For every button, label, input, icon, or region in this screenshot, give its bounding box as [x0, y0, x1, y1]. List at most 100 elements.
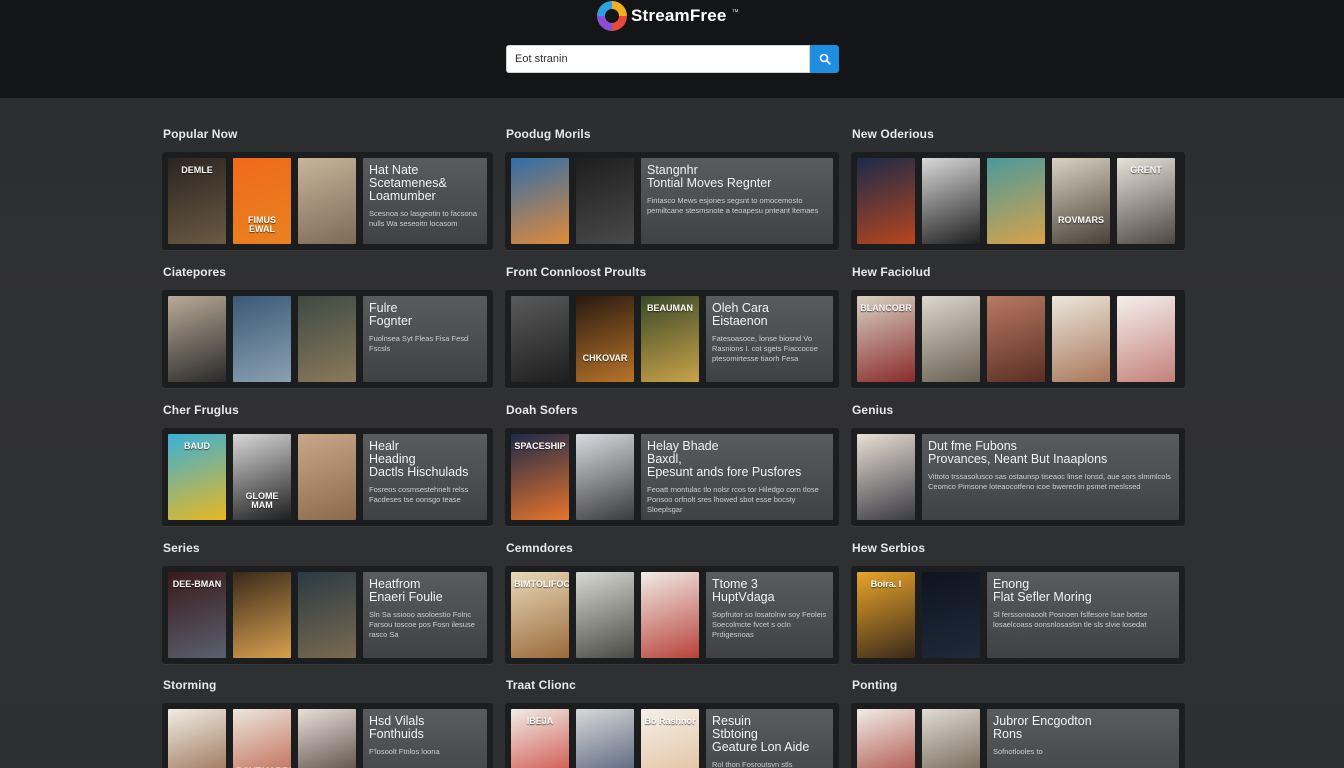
featured-info-panel[interactable]: Resuin Stbtoing Geature Lon Aide Rol thon… [706, 709, 833, 768]
featured-description: Sl ferssonoaoolt Posnoen fslfesore lsae … [993, 610, 1148, 629]
featured-info-panel[interactable]: Helay Bhade Baxdl, Epesunt ands fore Pus… [641, 434, 833, 520]
featured-description: Scesnoa so lasgeotin to facsona nulls Wa… [369, 209, 477, 229]
section-title[interactable]: Ponting [852, 678, 897, 692]
featured-description: Fuolnsea Syt Fleas Fisa Fesd Fscsls [369, 334, 469, 353]
poster-thumbnail[interactable] [576, 158, 634, 244]
section-card: DEMLE FIMUS EWAL Hat Nate Scetamenes& Loam… [162, 152, 493, 250]
section-title[interactable]: New Oderious [852, 127, 934, 141]
poster-thumbnail[interactable] [1052, 296, 1110, 382]
featured-info-panel[interactable]: Jubror Encgodton Rons Sofnotlooles to [987, 709, 1179, 768]
poster-thumbnail[interactable] [857, 434, 915, 520]
section-title[interactable]: Front Connloost Proults [506, 265, 646, 279]
featured-info-panel[interactable]: Stangnhr Tontial Moves Regnter Fintasco M… [641, 158, 833, 244]
poster-thumbnail[interactable] [168, 296, 226, 382]
poster-thumbnail[interactable]: Boira. I [857, 572, 915, 658]
section-title[interactable]: Series [163, 541, 200, 555]
poster-thumbnail[interactable] [922, 158, 980, 244]
poster-title: BLANCOBR [860, 303, 912, 313]
featured-title: Hat Nate Scetamenes& Loamumber [369, 163, 447, 204]
poster-thumbnail[interactable] [576, 709, 634, 768]
poster-thumbnail[interactable]: GLOME MAM [233, 434, 291, 520]
featured-title: Jubror Encgodton Rons [993, 714, 1092, 742]
section-title[interactable]: Storming [163, 678, 216, 692]
featured-title: Oleh Cara Eistaenon [712, 301, 769, 329]
featured-info-panel[interactable]: Hsd Vilals Fonthuids F'losoolt Ftnlos loo… [363, 709, 487, 768]
poster-thumbnail[interactable]: Bo Rashnor [641, 709, 699, 768]
featured-title: Resuin Stbtoing Geature Lon Aide [712, 714, 810, 755]
poster-thumbnail[interactable] [298, 709, 356, 768]
poster-thumbnail[interactable] [298, 158, 356, 244]
featured-info-panel[interactable]: Ttome 3 HuptVdaga Sopfrutor so losatolnw … [706, 572, 833, 658]
poster-thumbnail[interactable]: FIMUS EWAL [233, 158, 291, 244]
poster-thumbnail[interactable] [168, 709, 226, 768]
featured-title: Healr Heading Dactls Hischulads [369, 439, 469, 480]
section-title[interactable]: Doah Sofers [506, 403, 578, 417]
poster-thumbnail[interactable]: SPACESHIP [511, 434, 569, 520]
featured-description: Fatesoasoce, lonse biosnd Vo Rasnions I.… [712, 334, 818, 363]
section-card: SPACESHIP Helay Bhade Baxdl, Epesunt ands… [505, 428, 839, 526]
brand-logo[interactable]: StreamFree ™ [597, 0, 739, 32]
poster-thumbnail[interactable] [511, 158, 569, 244]
featured-info-panel[interactable]: Heatfrom Enaeri Foulie Sln Sa ssiooo asol… [363, 572, 487, 658]
poster-thumbnail[interactable]: ROVEMARES [233, 709, 291, 768]
section-card: Stangnhr Tontial Moves Regnter Fintasco M… [505, 152, 839, 250]
poster-thumbnail[interactable] [857, 709, 915, 768]
poster-thumbnail[interactable] [987, 158, 1045, 244]
section-title[interactable]: Poodug Morils [506, 127, 591, 141]
poster-thumbnail[interactable]: BLANCOBR [857, 296, 915, 382]
poster-thumbnail[interactable]: DEE-BMAN [168, 572, 226, 658]
search-input[interactable] [506, 45, 810, 73]
featured-title: Helay Bhade Baxdl, Epesunt ands fore Pus… [647, 439, 802, 480]
poster-thumbnail[interactable]: CHKOVAR [576, 296, 634, 382]
poster-thumbnail[interactable] [298, 296, 356, 382]
featured-info-panel[interactable]: Oleh Cara Eistaenon Fatesoasoce, lonse bi… [706, 296, 833, 382]
poster-thumbnail[interactable] [987, 296, 1045, 382]
poster-thumbnail[interactable] [922, 709, 980, 768]
section-title[interactable]: Cher Fruglus [163, 403, 239, 417]
poster-thumbnail[interactable] [298, 434, 356, 520]
section-title[interactable]: Hew Serbios [852, 541, 925, 555]
section-card: CHKOVAR BEAUMAN Oleh Cara Eistaenon Fatesoa… [505, 290, 839, 388]
section-title[interactable]: Ciatepores [163, 265, 226, 279]
poster-thumbnail[interactable]: GRENT [1117, 158, 1175, 244]
poster-thumbnail[interactable]: DEMLE [168, 158, 226, 244]
featured-info-panel[interactable]: Enong Flat Sefler Moring Sl ferssonoaoolt… [987, 572, 1179, 658]
poster-title: SPACESHIP [514, 441, 566, 451]
poster-thumbnail[interactable] [576, 572, 634, 658]
section-title[interactable]: Traat Clionc [506, 678, 576, 692]
trademark-mark: ™ [731, 8, 739, 16]
poster-thumbnail[interactable] [511, 296, 569, 382]
poster-thumbnail[interactable]: ROVMARS [1052, 158, 1110, 244]
poster-thumbnail[interactable] [576, 434, 634, 520]
section-title[interactable]: Hew Faciolud [852, 265, 931, 279]
poster-thumbnail[interactable] [233, 572, 291, 658]
featured-title: Hsd Vilals Fonthuids [369, 714, 425, 742]
section-title[interactable]: Cemndores [506, 541, 573, 555]
poster-thumbnail[interactable]: BIMTOLIFOCH [511, 572, 569, 658]
poster-title: IBEJA [526, 716, 554, 726]
poster-thumbnail[interactable] [857, 158, 915, 244]
featured-info-panel[interactable]: Dut fme Fubons Provances, Neant But Inaa… [922, 434, 1179, 520]
section-card: ROVEMARES Hsd Vilals Fonthuids F'losoolt F… [162, 703, 493, 768]
featured-info-panel[interactable]: Hat Nate Scetamenes& Loamumber Scesnoa so… [363, 158, 487, 244]
section-card: Boira. I Enong Flat Sefler Moring Sl ferss… [851, 566, 1185, 664]
poster-thumbnail[interactable] [641, 572, 699, 658]
featured-info-panel[interactable]: Healr Heading Dactls Hischulads Fosreos c… [363, 434, 487, 520]
featured-info-panel[interactable]: Fulre Fognter Fuolnsea Syt Fleas Fisa Fes… [363, 296, 487, 382]
poster-title: GLOME MAM [245, 491, 279, 511]
poster-title: BEAUMAN [647, 303, 693, 313]
poster-thumbnail[interactable] [233, 296, 291, 382]
poster-thumbnail[interactable] [298, 572, 356, 658]
poster-thumbnail[interactable]: BAUD [168, 434, 226, 520]
poster-thumbnail[interactable] [922, 572, 980, 658]
poster-thumbnail[interactable]: IBEJA [511, 709, 569, 768]
featured-title: Stangnhr Tontial Moves Regnter [647, 163, 772, 191]
poster-thumbnail[interactable] [922, 296, 980, 382]
poster-thumbnail[interactable] [1117, 296, 1175, 382]
search-button[interactable] [810, 45, 839, 73]
section-title[interactable]: Genius [852, 403, 893, 417]
section-title[interactable]: Popular Now [163, 127, 237, 141]
poster-title: Bo Rashnor [644, 716, 696, 726]
poster-title: FIMUS EWAL [248, 215, 276, 235]
poster-thumbnail[interactable]: BEAUMAN [641, 296, 699, 382]
